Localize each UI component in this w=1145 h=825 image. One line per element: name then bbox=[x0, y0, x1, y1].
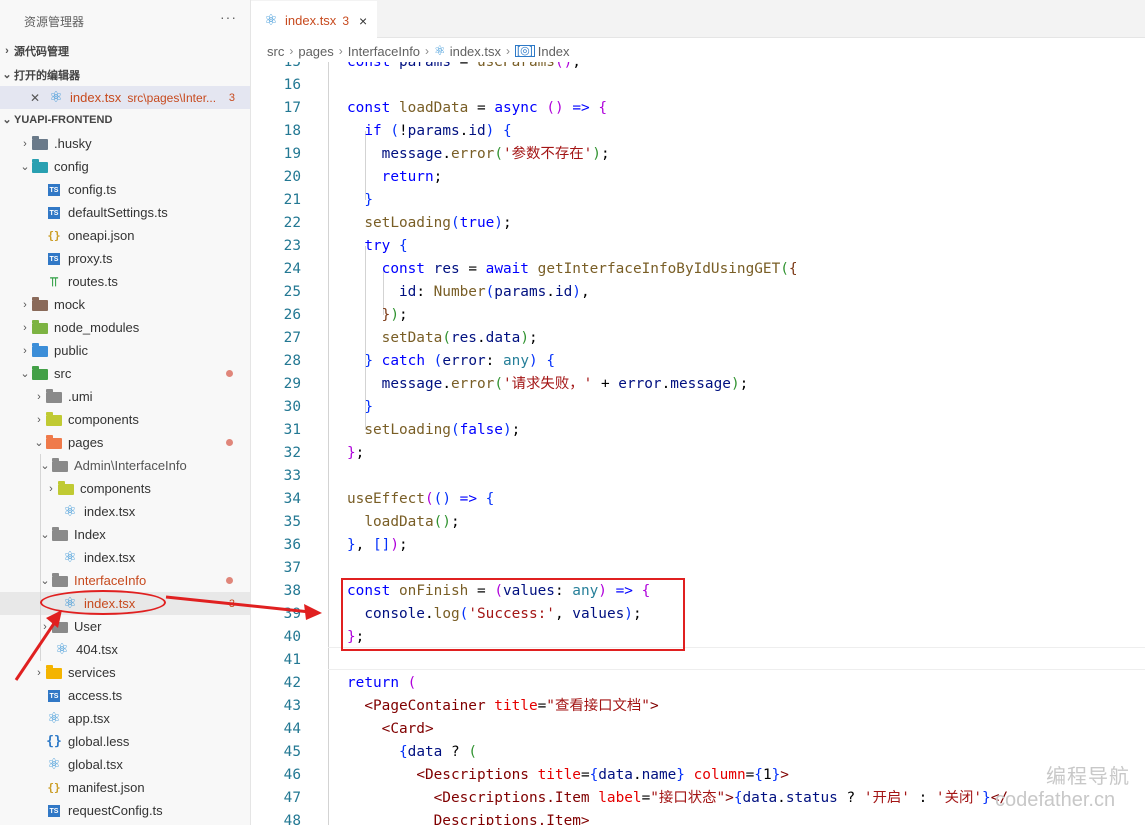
watermark-url: codefather.cn bbox=[995, 789, 1116, 811]
annotation-arrowhead-right bbox=[304, 604, 322, 620]
watermark-text: 编程导航 bbox=[1046, 766, 1130, 788]
annotation-arrow-right bbox=[165, 595, 311, 614]
annotation-arrow-up bbox=[14, 621, 57, 681]
annotation-arrows bbox=[14, 595, 322, 681]
